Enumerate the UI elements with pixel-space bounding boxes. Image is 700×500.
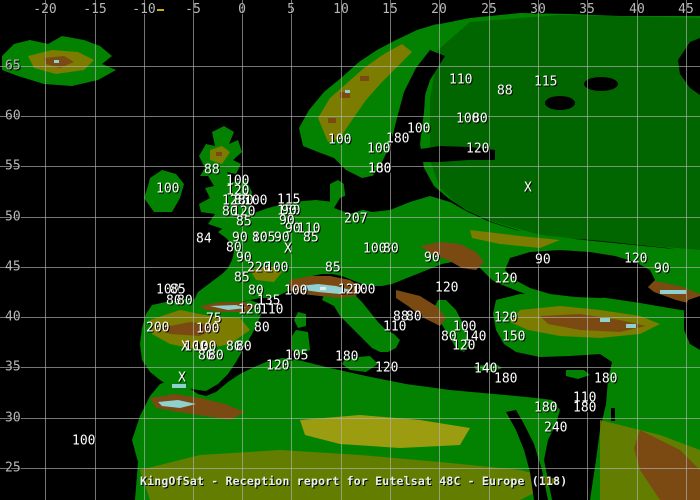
reception-dish-size-label: 240 [544, 420, 568, 436]
reception-dish-size-label: 120 [452, 338, 476, 354]
reception-dish-size-label: 85 [236, 214, 252, 230]
reception-dish-size-label: 88 [497, 83, 513, 99]
gridline-vertical [637, 0, 638, 500]
reception-dish-size-label: 100 [407, 121, 431, 137]
longitude-label: 25 [481, 2, 497, 17]
gridline-vertical [193, 0, 194, 500]
caption: KingOfSat - Reception report for Eutelsa… [140, 474, 568, 488]
gridline-vertical [686, 0, 687, 500]
longitude-label: -5 [185, 2, 201, 17]
reception-dish-size-label: 120 [375, 360, 399, 376]
gridline-horizontal [0, 267, 700, 268]
latitude-label: 35 [5, 359, 21, 375]
x-marker: X [178, 370, 186, 386]
reception-dish-size-label: 80 [254, 320, 270, 336]
reception-dish-size-label: 120 [435, 280, 459, 296]
latitude-label: 40 [5, 309, 21, 325]
latitude-label: 50 [5, 209, 21, 225]
reception-dish-size-label: 207 [344, 211, 368, 227]
longitude-label: 15 [382, 2, 398, 17]
reception-dish-size-label: 180 [368, 161, 392, 177]
gridline-vertical [587, 0, 588, 500]
x-marker: X [284, 241, 292, 257]
reception-dish-size-label: 85 [325, 260, 341, 276]
latitude-label: 60 [5, 108, 21, 124]
reception-dish-size-label: 100 [284, 283, 308, 299]
reception-dish-size-label: 110 [383, 319, 407, 335]
latitude-label: 30 [5, 410, 21, 426]
reception-dish-size-label: 90 [654, 261, 670, 277]
longitude-label: 5 [287, 2, 295, 17]
gridline-vertical [489, 0, 490, 500]
reception-dish-size-label: 80 [383, 241, 399, 257]
reception-dish-size-label: 180 [573, 400, 597, 416]
longitude-label: -10 [132, 2, 156, 17]
reception-dish-size-label: 100 [328, 132, 352, 148]
gridline-vertical [341, 0, 342, 500]
latitude-label: 45 [5, 259, 21, 275]
reception-dish-size-label: 180 [494, 371, 518, 387]
reception-dish-size-label: 120 [266, 358, 290, 374]
reception-dish-size-label: 200 [146, 320, 170, 336]
reception-dish-size-label: 80 [472, 111, 488, 127]
reception-dish-size-label: 110 [449, 72, 473, 88]
reception-dish-size-label: 100 [72, 433, 96, 449]
gridline-vertical [95, 0, 96, 500]
reception-dish-size-label: 180 [594, 371, 618, 387]
reception-dish-size-label: 110 [260, 302, 284, 318]
reception-map: -20 -15 -10 -5 0 5 10 15 20 25 30 35 40 45 65 60 55 50 45 4… [0, 0, 700, 500]
reception-dish-size-label: 100 [367, 141, 391, 157]
longitude-label: 20 [431, 2, 447, 17]
yellow-tick-marker [157, 9, 164, 11]
reception-dish-size-label: 180 [335, 349, 359, 365]
reception-dish-size-label: 120 [494, 271, 518, 287]
reception-dish-size-label: 100 [196, 321, 220, 337]
gridline-horizontal [0, 66, 700, 67]
reception-dish-size-label: 120 [466, 141, 490, 157]
longitude-label: 45 [678, 2, 694, 17]
gridline-horizontal [0, 418, 700, 419]
gridline-horizontal [0, 468, 700, 469]
reception-dish-size-label: 180 [534, 400, 558, 416]
reception-dish-size-label: 120 [238, 302, 262, 318]
longitude-label: 10 [333, 2, 349, 17]
reception-dish-size-label: 80 [208, 348, 224, 364]
reception-dish-size-label: 100 [352, 282, 376, 298]
longitude-label: -15 [83, 2, 107, 17]
latitude-label: 65 [5, 58, 21, 74]
latitude-label: 55 [5, 158, 21, 174]
x-marker: X [524, 180, 532, 196]
reception-dish-size-label: 120 [624, 251, 648, 267]
reception-dish-size-label: 115 [534, 74, 558, 90]
gridline-horizontal [0, 116, 700, 117]
longitude-label: 0 [238, 2, 246, 17]
gridline-horizontal [0, 367, 700, 368]
reception-dish-size-label: 150 [502, 329, 526, 345]
relief-map-image [2, 13, 700, 500]
gridline-horizontal [0, 317, 700, 318]
longitude-label: 40 [629, 2, 645, 17]
reception-dish-size-label: 90 [535, 252, 551, 268]
longitude-label: 30 [530, 2, 546, 17]
reception-dish-size-label: 84 [196, 231, 212, 247]
longitude-label: 35 [579, 2, 595, 17]
reception-dish-size-label: 100 [156, 181, 180, 197]
reception-dish-size-label: 80 [236, 339, 252, 355]
reception-dish-size-label: 120 [494, 310, 518, 326]
reception-dish-size-label: 80 [252, 230, 268, 246]
gridline-vertical [144, 0, 145, 500]
gridline-vertical [45, 0, 46, 500]
longitude-label: -20 [33, 2, 57, 17]
reception-dish-size-label: 90 [424, 250, 440, 266]
reception-dish-size-label: 100 [265, 260, 289, 276]
latitude-label: 25 [5, 460, 21, 476]
gridline-horizontal [0, 166, 700, 167]
reception-dish-size-label: 85 [303, 230, 319, 246]
reception-dish-size-label: 80 [177, 293, 193, 309]
reception-dish-size-label: 88 [204, 162, 220, 178]
reception-dish-size-label: 80 [406, 309, 422, 325]
